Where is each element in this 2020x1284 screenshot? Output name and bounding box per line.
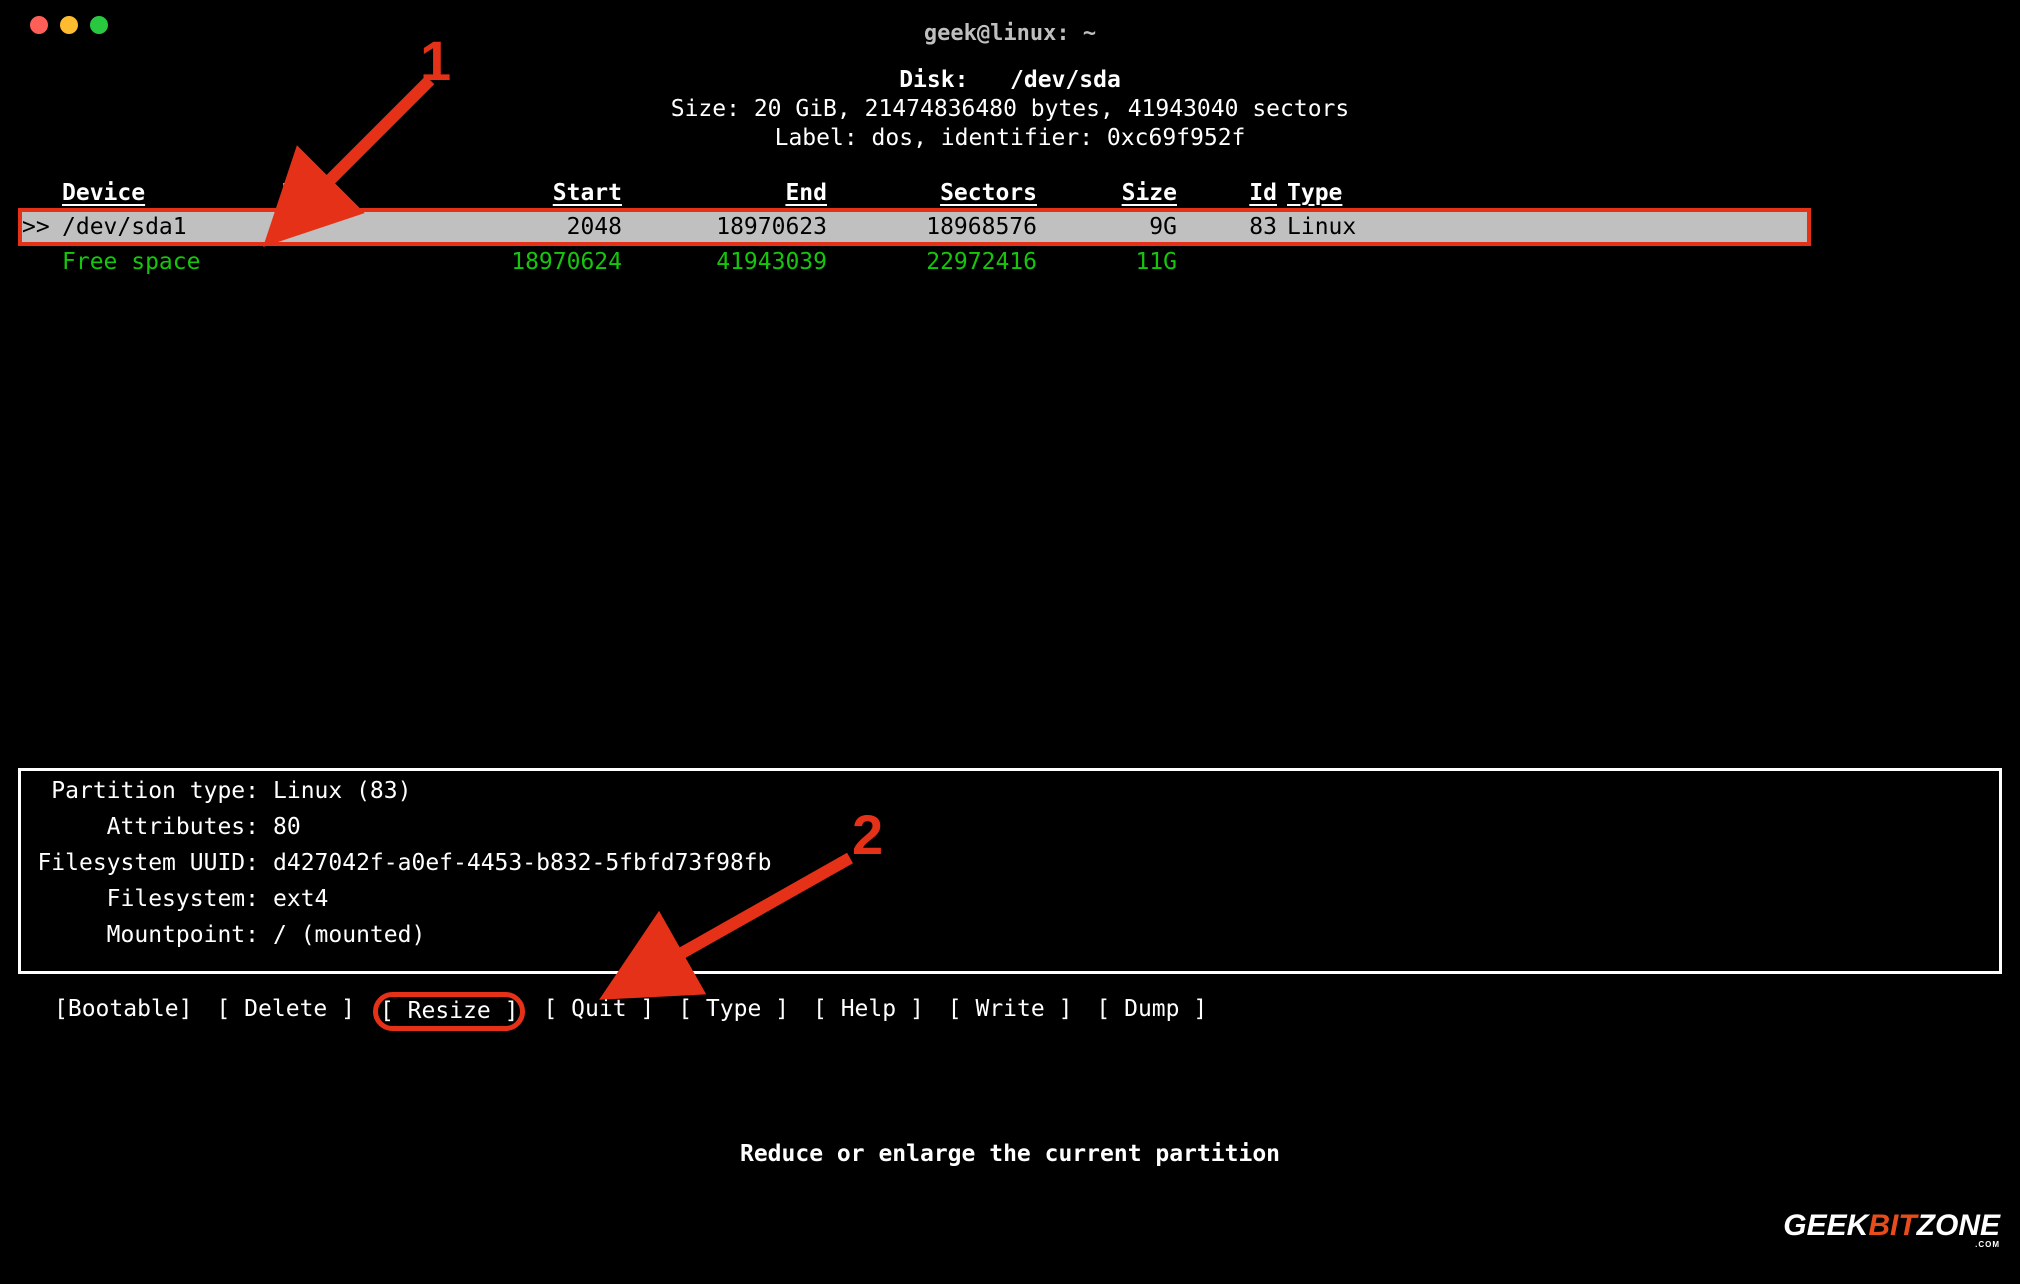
terminal-titlebar: geek@linux: ~ bbox=[0, 0, 2020, 46]
col-type: Type bbox=[1287, 178, 1407, 210]
detail-attributes: Attributes: 80 bbox=[29, 813, 1991, 849]
menu-quit[interactable]: [ Quit ] bbox=[537, 992, 660, 1031]
detail-partition-type: Partition type: Linux (83) bbox=[29, 777, 1991, 813]
menu-resize[interactable]: [ Resize ] bbox=[373, 992, 525, 1031]
disk-device: /dev/sda bbox=[1010, 67, 1121, 93]
hint-text: Reduce or enlarge the current partition bbox=[0, 1140, 2020, 1169]
cell-type bbox=[1287, 244, 1407, 278]
disk-label-line: Label: dos, identifier: 0xc69f952f bbox=[18, 124, 2002, 153]
partition-details: Partition type: Linux (83) Attributes: 8… bbox=[18, 768, 2002, 974]
cell-device: Free space bbox=[62, 244, 282, 278]
menu-write[interactable]: [ Write ] bbox=[942, 992, 1079, 1031]
table-row[interactable]: >>/dev/sda1*204818970623189685769G83Linu… bbox=[20, 210, 1809, 244]
detail-mountpoint: Mountpoint: / (mounted) bbox=[29, 921, 1991, 957]
cell-size: 11G bbox=[1037, 244, 1177, 278]
cell-type: Linux bbox=[1287, 210, 1407, 244]
disk-label: Disk: bbox=[899, 67, 968, 93]
partition-table: Device Boot Start End Sectors Size Id Ty… bbox=[18, 178, 1811, 278]
cursor bbox=[20, 244, 62, 278]
cell-device: /dev/sda1 bbox=[62, 210, 282, 244]
cell-id: 83 bbox=[1177, 210, 1287, 244]
cell-start: 18970624 bbox=[412, 244, 622, 278]
cell-id bbox=[1177, 244, 1287, 278]
cell-boot bbox=[282, 244, 412, 278]
cursor: >> bbox=[20, 210, 62, 244]
col-device: Device bbox=[62, 178, 282, 210]
menu-bootable[interactable]: [Bootable] bbox=[48, 992, 198, 1031]
annotation-1: 1 bbox=[420, 26, 451, 96]
action-menu: [Bootable] [ Delete ] [ Resize ] [ Quit … bbox=[48, 992, 1972, 1031]
disk-size-line: Size: 20 GiB, 21474836480 bytes, 4194304… bbox=[18, 95, 2002, 124]
table-header-row: Device Boot Start End Sectors Size Id Ty… bbox=[20, 178, 1809, 210]
col-start: Start bbox=[412, 178, 622, 210]
detail-filesystem: Filesystem: ext4 bbox=[29, 885, 1991, 921]
menu-help[interactable]: [ Help ] bbox=[807, 992, 930, 1031]
col-boot: Boot bbox=[282, 178, 412, 210]
col-size: Size bbox=[1037, 178, 1177, 210]
col-sectors: Sectors bbox=[827, 178, 1037, 210]
col-end: End bbox=[622, 178, 827, 210]
cell-boot: * bbox=[282, 210, 412, 244]
cell-size: 9G bbox=[1037, 210, 1177, 244]
col-id: Id bbox=[1177, 178, 1287, 210]
cell-sectors: 22972416 bbox=[827, 244, 1037, 278]
cell-end: 18970623 bbox=[622, 210, 827, 244]
cell-sectors: 18968576 bbox=[827, 210, 1037, 244]
detail-fs-uuid: Filesystem UUID: d427042f-a0ef-4453-b832… bbox=[29, 849, 1991, 885]
watermark: GEEKBITZONE .COM bbox=[1783, 1207, 2000, 1251]
table-row-free-space[interactable]: Free space 18970624419430392297241611G bbox=[20, 244, 1809, 278]
window-title: geek@linux: ~ bbox=[0, 20, 2020, 48]
cell-end: 41943039 bbox=[622, 244, 827, 278]
disk-header: Disk: /dev/sda bbox=[18, 66, 2002, 95]
cell-start: 2048 bbox=[412, 210, 622, 244]
terminal-content: Disk: /dev/sda Size: 20 GiB, 21474836480… bbox=[18, 66, 2002, 1284]
menu-dump[interactable]: [ Dump ] bbox=[1090, 992, 1213, 1031]
menu-delete[interactable]: [ Delete ] bbox=[210, 992, 360, 1031]
annotation-2: 2 bbox=[852, 800, 883, 870]
menu-type[interactable]: [ Type ] bbox=[672, 992, 795, 1031]
